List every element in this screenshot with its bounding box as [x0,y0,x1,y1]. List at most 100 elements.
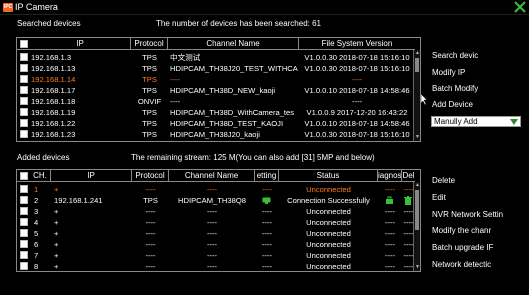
column-header-version[interactable]: File System Version [299,38,415,50]
cell-setting[interactable]: ---- [255,239,279,250]
settings-icon[interactable] [262,197,271,204]
row-checkbox[interactable] [20,196,28,204]
table-row[interactable]: 192.168.1.22 TPS HDIPCAM_TH38D_TEST_KAOJI V… [17,118,415,129]
table-row[interactable]: 192.168.1.17 TPS HDIPCAM_TH38D_NEW_kaoji V1… [17,85,415,96]
row-checkbox[interactable] [20,64,28,72]
table-row[interactable]: 4 + ---- ---- ---- Unconnected ---- ---- [17,217,415,228]
row-checkbox[interactable] [20,75,28,83]
column-header-diagnose[interactable]: iagnos [378,170,402,182]
nvr-network-settings-button[interactable]: NVR Network Settin [432,210,503,219]
batch-upgrade-button[interactable]: Batch upgrade IF [432,243,493,252]
cell-ip[interactable]: + [54,261,131,271]
table-row[interactable]: 192.168.1.19 TPS HDIPCAM_TH38D_WithCamera_… [17,107,415,118]
row-checkbox[interactable] [20,262,28,270]
table-row[interactable]: 192.168.1.3 TPS 中文测试 V1.0.0.30 2018-07-18 1… [17,52,415,63]
cell-channel-name: ---- [206,185,218,194]
table-row[interactable]: 192.168.1.18 ONVIF ---- ---- [17,96,415,107]
column-header-ip[interactable]: IP [51,170,132,182]
cell-diagnose[interactable]: ---- [378,217,402,228]
column-header-channel-name[interactable]: Channel Name [169,170,255,182]
add-mode-select[interactable]: Manully Add [431,116,521,127]
diagnose-icon[interactable] [385,196,394,205]
scroll-up-icon[interactable]: ▲ [414,50,420,57]
cell-diagnose[interactable]: ---- [378,184,402,195]
table-row[interactable]: 6 + ---- ---- ---- Unconnected ---- ---- [17,239,415,250]
table-row[interactable]: 1 + ---- ---- ---- Unconnected ---- ---- [17,184,415,195]
column-header-status[interactable]: Status [279,170,378,182]
table-row[interactable]: 192.168.1.23 TPS HDIPCAM_TH38J20_kaoji V1.0… [17,129,415,140]
added-scrollbar[interactable]: ▲ ▼ [413,182,420,271]
row-checkbox[interactable] [20,97,28,105]
column-header-protocol[interactable]: Protocol [132,170,169,182]
row-checkbox[interactable] [20,130,28,138]
row-checkbox[interactable] [20,240,28,248]
cell-ip[interactable]: 192.168.1.241 [54,195,131,206]
scroll-down-icon[interactable]: ▼ [414,264,420,271]
batch-modify-button[interactable]: Batch Modify [432,84,478,93]
delete-button[interactable]: Delete [432,176,455,185]
select-all-checkbox[interactable] [20,40,28,48]
cell-channel-name: HDIPCAM_TH38D_NEW_kaoji [170,86,276,95]
row-checkbox[interactable] [20,185,28,193]
cell-ip[interactable]: + [54,250,131,261]
column-header-channel-name[interactable]: Channel Name [168,38,299,50]
cell-ip[interactable]: + [54,228,131,239]
select-all-checkbox[interactable] [20,172,28,180]
cell-setting[interactable]: ---- [255,228,279,239]
trash-icon[interactable] [404,196,412,205]
search-devices-button[interactable]: Search devic [432,51,478,60]
edit-button[interactable]: Edit [432,193,446,202]
cell-setting[interactable]: ---- [255,250,279,261]
row-checkbox[interactable] [20,218,28,226]
column-header-protocol[interactable]: Protocol [131,38,168,50]
column-header-setting[interactable]: etting [255,170,279,182]
scroll-thumb[interactable] [415,190,419,230]
close-button[interactable] [514,0,526,14]
table-row[interactable]: 7 + ---- ---- ---- Unconnected ---- ---- [17,250,415,261]
cell-channel-name: ---- [206,251,218,260]
searched-scrollbar[interactable]: ▲ ▼ [413,50,420,141]
cell-protocol: TPS [142,53,157,62]
row-checkbox[interactable] [20,108,28,116]
column-header-ch[interactable]: CH. [30,170,51,182]
cell-diagnose[interactable]: ---- [378,250,402,261]
modify-channel-button[interactable]: Modify the chanr [432,226,491,235]
cell-channel-number: 5 [34,229,39,238]
cell-protocol: ---- [145,218,156,227]
cell-ip[interactable]: + [54,217,131,228]
add-device-button[interactable]: Add Device [432,100,473,109]
cell-ip[interactable]: + [54,206,131,217]
cell-ip[interactable]: + [54,239,131,250]
table-row[interactable]: 2 192.168.1.241 TPS HDIPCAM_TH38Q8 Connectio… [17,195,415,206]
cell-protocol: TPS [142,64,157,73]
column-header-ip[interactable]: IP [30,38,131,50]
row-checkbox[interactable] [20,251,28,259]
cell-setting[interactable]: ---- [255,184,279,195]
cell-diagnose[interactable]: ---- [378,206,402,217]
cell-diagnose[interactable]: ---- [378,239,402,250]
cell-diagnose[interactable]: ---- [378,261,402,271]
table-row[interactable]: 5 + ---- ---- ---- Unconnected ---- ---- [17,228,415,239]
modify-ip-button[interactable]: Modify IP [432,68,465,77]
column-header-delete[interactable]: Del [402,170,415,182]
cell-setting[interactable]: ---- [255,206,279,217]
cell-diagnose[interactable]: ---- [378,228,402,239]
scroll-down-icon[interactable]: ▼ [414,134,420,141]
row-checkbox[interactable] [20,53,28,61]
cell-setting[interactable]: ---- [255,217,279,228]
scroll-thumb[interactable] [415,58,419,72]
row-checkbox[interactable] [20,119,28,127]
cell-channel-number: 1 [34,185,39,194]
table-row[interactable]: 8 + ---- ---- ---- Unconnected ---- ---- [17,261,415,271]
row-checkbox[interactable] [20,229,28,237]
row-checkbox[interactable] [20,86,28,94]
network-detection-button[interactable]: Network detectic [432,260,491,269]
row-checkbox[interactable] [20,207,28,215]
scroll-up-icon[interactable]: ▲ [414,182,420,189]
cell-ip[interactable]: + [54,184,131,195]
table-row[interactable]: 192.168.1.13 TPS HDIPCAM_TH38J20_TEST_WITH… [17,63,415,74]
cell-status: Unconnected [306,207,351,216]
table-row[interactable]: 192.168.1.14 TPS ---- ---- [17,74,415,85]
cell-setting[interactable]: ---- [255,261,279,271]
table-row[interactable]: 3 + ---- ---- ---- Unconnected ---- ---- [17,206,415,217]
